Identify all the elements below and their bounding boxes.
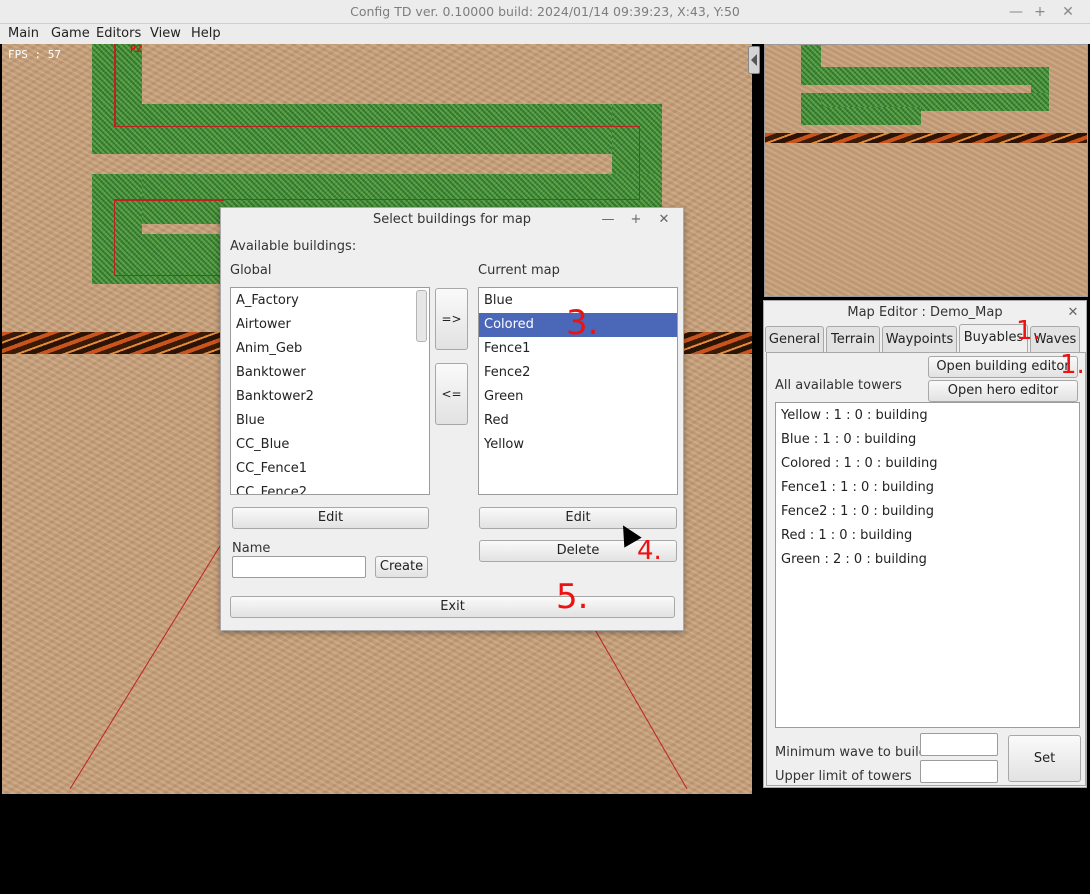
upper-limit-input[interactable] [920, 760, 998, 783]
menu-help[interactable]: Help [191, 24, 221, 44]
maximize-icon[interactable]: + [627, 208, 645, 232]
list-item[interactable]: Banktower2 [231, 385, 429, 409]
add-to-map-button[interactable]: => [435, 288, 468, 350]
minimap-grass [801, 107, 921, 125]
name-label: Name [232, 541, 271, 556]
close-icon[interactable]: ✕ [1064, 301, 1082, 325]
panel-collapse-button[interactable] [748, 46, 760, 74]
annotation-step-1: 1. [1016, 316, 1041, 346]
list-item[interactable]: A_Factory [231, 289, 429, 313]
remove-from-map-button[interactable]: <= [435, 363, 468, 425]
window-title: Config TD ver. 0.10000 build: 2024/01/14… [350, 4, 740, 19]
list-item[interactable]: Green : 2 : 0 : building [776, 548, 1079, 572]
list-item[interactable]: Yellow : 1 : 0 : building [776, 404, 1079, 428]
set-button[interactable]: Set [1008, 735, 1081, 782]
player-tag: P2 [130, 44, 143, 55]
global-list-scrollbar[interactable] [416, 290, 427, 342]
min-wave-label: Minimum wave to build [775, 745, 927, 760]
list-item[interactable]: Fence1 : 1 : 0 : building [776, 476, 1079, 500]
menu-main[interactable]: Main [8, 24, 39, 44]
list-item[interactable]: Fence2 : 1 : 0 : building [776, 500, 1079, 524]
maximize-icon[interactable]: + [1030, 0, 1050, 24]
minimap[interactable] [764, 44, 1088, 297]
list-item[interactable]: CC_Fence1 [231, 457, 429, 481]
annotation-step-5: 5. [556, 577, 589, 617]
open-hero-editor-button[interactable]: Open hero editor [928, 380, 1078, 402]
list-item[interactable]: Fence2 [479, 361, 677, 385]
close-icon[interactable]: ✕ [655, 208, 673, 232]
all-towers-label: All available towers [775, 378, 902, 393]
list-item[interactable]: Blue : 1 : 0 : building [776, 428, 1079, 452]
annotation-step-3: 3. [566, 303, 599, 343]
list-item[interactable]: Red [479, 409, 677, 433]
tab-waypoints[interactable]: Waypoints [882, 326, 957, 352]
tab-terrain[interactable]: Terrain [826, 326, 880, 352]
menu-view[interactable]: View [150, 24, 181, 44]
minimize-icon[interactable]: — [1006, 0, 1026, 24]
edit-global-button[interactable]: Edit [232, 507, 429, 529]
exit-button[interactable]: Exit [230, 596, 675, 618]
close-icon[interactable]: ✕ [1058, 0, 1078, 24]
list-item[interactable]: Blue [231, 409, 429, 433]
current-map-label: Current map [478, 263, 560, 278]
fps-counter: FPS : 57 [8, 48, 61, 61]
list-item[interactable]: CC_Blue [231, 433, 429, 457]
list-item[interactable]: Anim_Geb [231, 337, 429, 361]
annotation-step-4: 4. [637, 536, 662, 566]
select-buildings-dialog: Select buildings for map — + ✕ Available… [220, 207, 684, 631]
list-item[interactable]: CC_Fence2 [231, 481, 429, 494]
open-building-editor-button[interactable]: Open building editor [928, 356, 1078, 378]
create-button[interactable]: Create [375, 556, 428, 578]
list-item[interactable]: Airtower [231, 313, 429, 337]
minimap-grass [801, 67, 1049, 85]
list-item[interactable]: Yellow [479, 433, 677, 457]
menu-game[interactable]: Game [51, 24, 90, 44]
list-item[interactable]: Red : 1 : 0 : building [776, 524, 1079, 548]
edit-current-button[interactable]: Edit [479, 507, 677, 529]
list-item[interactable]: Green [479, 385, 677, 409]
name-input[interactable] [232, 556, 366, 578]
upper-limit-label: Upper limit of towers [775, 769, 912, 784]
list-item[interactable]: Banktower [231, 361, 429, 385]
menubar: Main Game Editors View Help [0, 24, 1090, 44]
global-buildings-list[interactable]: A_Factory Airtower Anim_Geb Banktower Ba… [230, 287, 430, 495]
tab-general[interactable]: General [765, 326, 824, 352]
available-buildings-label: Available buildings: [230, 239, 357, 254]
window-titlebar: Config TD ver. 0.10000 build: 2024/01/14… [0, 0, 1090, 24]
list-item[interactable]: Colored : 1 : 0 : building [776, 452, 1079, 476]
minimap-rock [765, 133, 1087, 143]
minimize-icon[interactable]: — [599, 208, 617, 232]
global-label: Global [230, 263, 272, 278]
min-wave-input[interactable] [920, 733, 998, 756]
annotation-step-1: 1. [1060, 350, 1085, 380]
menu-editors[interactable]: Editors [96, 24, 141, 44]
towers-list[interactable]: Yellow : 1 : 0 : building Blue : 1 : 0 :… [775, 402, 1080, 728]
